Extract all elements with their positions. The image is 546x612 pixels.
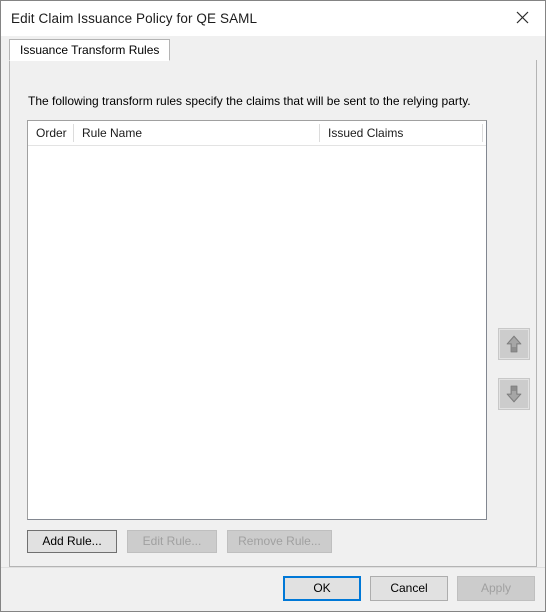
- title-bar: Edit Claim Issuance Policy for QE SAML: [1, 1, 545, 36]
- move-down-button[interactable]: [498, 378, 530, 410]
- add-rule-button[interactable]: Add Rule...: [27, 530, 117, 553]
- tab-issuance-transform-rules[interactable]: Issuance Transform Rules: [9, 39, 171, 61]
- close-button[interactable]: [500, 1, 545, 34]
- column-header-issued-claims[interactable]: Issued Claims: [320, 121, 482, 145]
- column-header-rule-name-label: Rule Name: [82, 126, 143, 140]
- rules-list-view[interactable]: Order Rule Name Issued Claims: [27, 120, 487, 520]
- column-separator-3[interactable]: [482, 124, 483, 142]
- apply-button[interactable]: Apply: [457, 576, 535, 601]
- move-up-button[interactable]: [498, 328, 530, 360]
- panel-description: The following transform rules specify th…: [28, 94, 471, 108]
- column-header-order-label: Order: [36, 126, 67, 140]
- dialog-client-area: Issuance Transform Rules The following t…: [1, 36, 545, 611]
- column-header-rule-name[interactable]: Rule Name: [74, 121, 319, 145]
- column-header-order[interactable]: Order: [28, 121, 73, 145]
- column-header-issued-claims-label: Issued Claims: [328, 126, 404, 140]
- rules-list-body[interactable]: [28, 146, 486, 519]
- arrow-down-icon: [505, 384, 523, 404]
- edit-rule-button[interactable]: Edit Rule...: [127, 530, 217, 553]
- edit-claim-issuance-policy-dialog: Edit Claim Issuance Policy for QE SAML I…: [0, 0, 546, 612]
- footer-divider: [1, 567, 545, 568]
- tab-strip: Issuance Transform Rules: [9, 39, 537, 61]
- move-buttons-group: [498, 328, 532, 428]
- tab-panel-issuance-transform-rules: The following transform rules specify th…: [9, 60, 537, 567]
- remove-rule-button[interactable]: Remove Rule...: [227, 530, 332, 553]
- close-icon: [516, 11, 529, 24]
- arrow-up-icon: [505, 334, 523, 354]
- dialog-buttons-group: OK Cancel Apply: [274, 576, 535, 601]
- ok-button[interactable]: OK: [283, 576, 361, 601]
- rules-list-header: Order Rule Name Issued Claims: [28, 121, 486, 146]
- rule-action-buttons-group: Add Rule... Edit Rule... Remove Rule...: [27, 530, 332, 553]
- cancel-button[interactable]: Cancel: [370, 576, 448, 601]
- page-title: Edit Claim Issuance Policy for QE SAML: [11, 11, 258, 26]
